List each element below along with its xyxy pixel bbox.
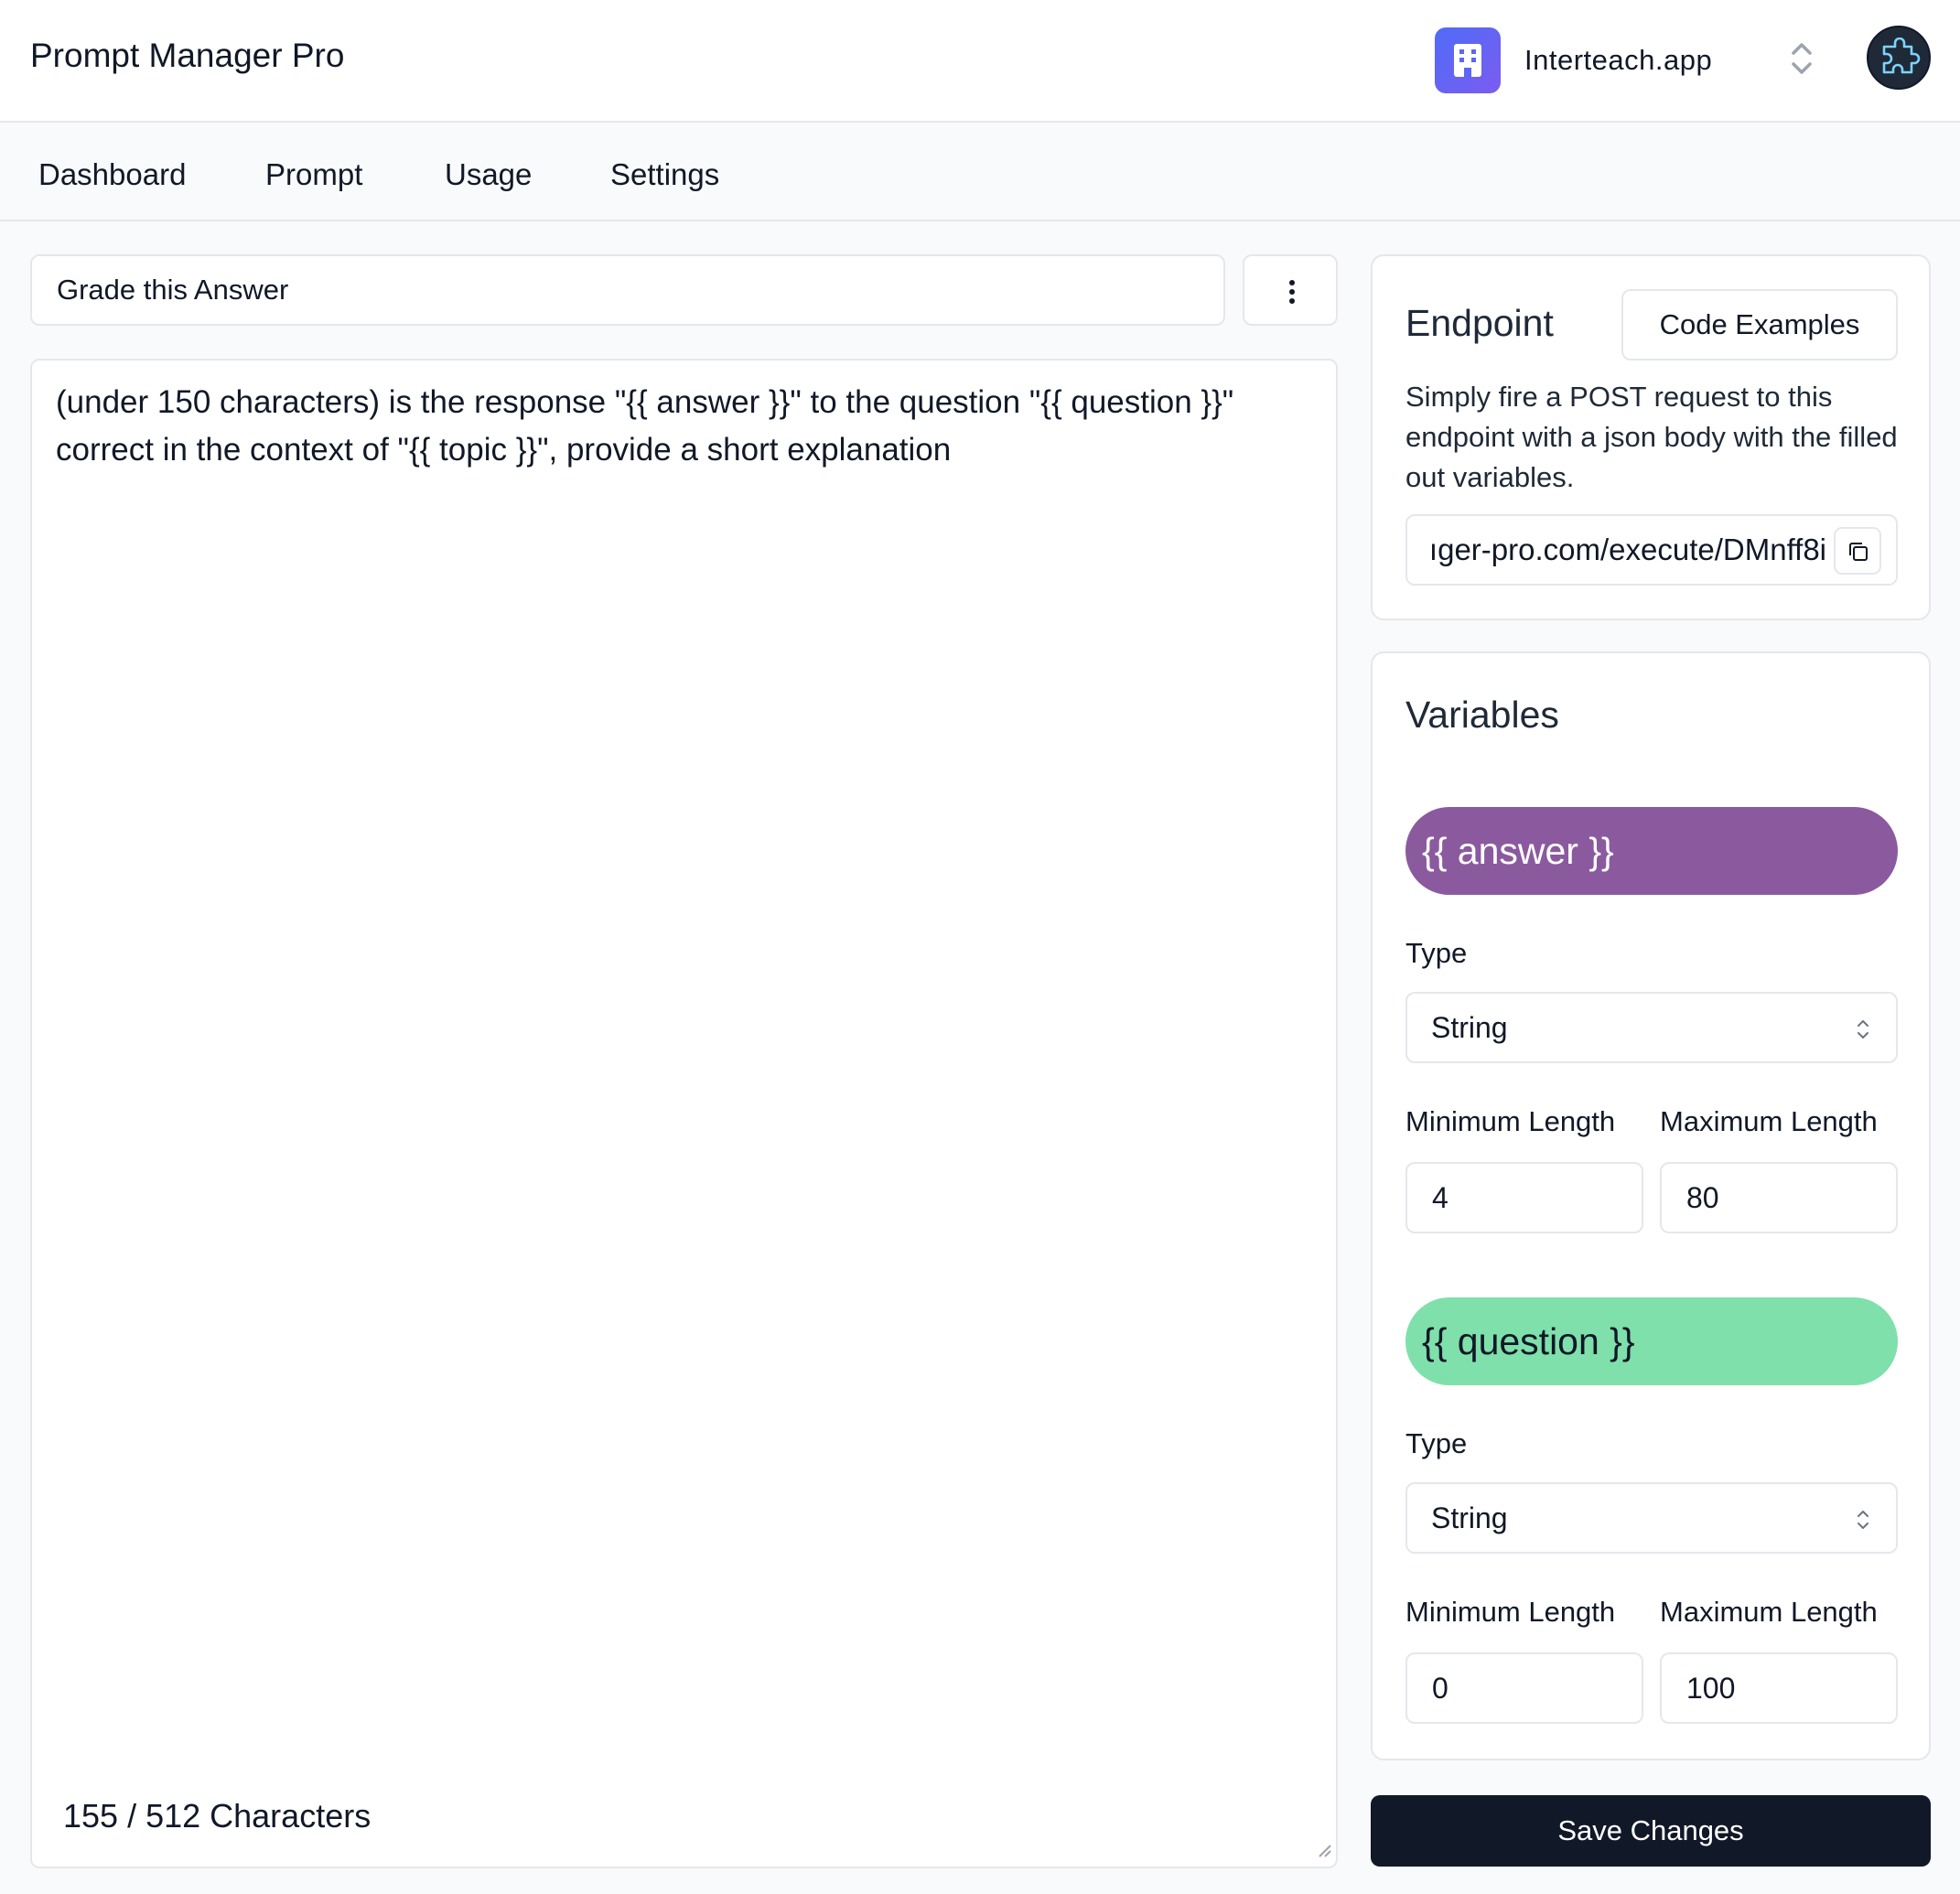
tab-settings[interactable]: Settings bbox=[610, 157, 719, 192]
type-label: Type bbox=[1405, 1427, 1468, 1459]
tab-prompt[interactable]: Prompt bbox=[265, 157, 362, 192]
variables-card: Variables {{ answer }} Type String Minim… bbox=[1371, 651, 1931, 1760]
min-length-label: Minimum Length bbox=[1405, 1105, 1616, 1137]
max-length-input-question[interactable] bbox=[1660, 1652, 1898, 1724]
character-count: 155 / 512 Characters bbox=[63, 1797, 372, 1835]
endpoint-title: Endpoint bbox=[1405, 302, 1554, 344]
type-select-answer[interactable]: String bbox=[1405, 992, 1898, 1063]
puzzle-icon bbox=[1882, 38, 1921, 74]
save-changes-button[interactable]: Save Changes bbox=[1371, 1795, 1931, 1867]
more-options-button[interactable] bbox=[1243, 254, 1338, 326]
variable-pill-answer: {{ answer }} bbox=[1405, 807, 1898, 895]
vertical-dots-icon bbox=[1289, 280, 1295, 304]
endpoint-url[interactable]: ıger-pro.com/execute/DMnff8i bbox=[1429, 533, 1826, 567]
max-length-input-answer[interactable] bbox=[1660, 1162, 1898, 1233]
chevron-up-down-icon[interactable] bbox=[1790, 38, 1814, 83]
top-bar: Prompt Manager Pro Interteach.app bbox=[0, 0, 1960, 123]
tab-dashboard[interactable]: Dashboard bbox=[38, 157, 186, 192]
code-examples-button[interactable]: Code Examples bbox=[1621, 289, 1898, 361]
endpoint-url-field[interactable]: ıger-pro.com/execute/DMnff8i bbox=[1405, 514, 1898, 586]
avatar[interactable] bbox=[1867, 26, 1931, 90]
prompt-name-input[interactable] bbox=[30, 254, 1225, 326]
type-label: Type bbox=[1405, 937, 1468, 969]
prompt-editor[interactable]: (under 150 characters) is the response "… bbox=[30, 359, 1338, 1868]
chevron-up-down-icon bbox=[1858, 1020, 1868, 1038]
prompt-text[interactable]: (under 150 characters) is the response "… bbox=[56, 379, 1319, 474]
endpoint-description: Simply fire a POST request to this endpo… bbox=[1405, 381, 1898, 493]
max-length-label: Maximum Length bbox=[1660, 1596, 1878, 1628]
type-select-value: String bbox=[1431, 1501, 1508, 1534]
type-select-question[interactable]: String bbox=[1405, 1482, 1898, 1554]
type-select-value: String bbox=[1431, 1011, 1508, 1044]
min-length-input-answer[interactable] bbox=[1405, 1162, 1643, 1233]
endpoint-card: Endpoint Code Examples Simply fire a POS… bbox=[1371, 254, 1931, 620]
copy-url-button[interactable] bbox=[1834, 527, 1881, 575]
chevron-up-down-icon bbox=[1858, 1511, 1868, 1529]
org-name: Interteach.app bbox=[1524, 44, 1713, 76]
variables-title: Variables bbox=[1405, 694, 1559, 736]
main-tabs: Dashboard Prompt Usage Settings bbox=[0, 124, 1960, 221]
org-switcher[interactable]: Interteach.app bbox=[1435, 26, 1847, 93]
building-icon bbox=[1435, 27, 1501, 93]
tab-usage[interactable]: Usage bbox=[445, 157, 532, 192]
max-length-label: Maximum Length bbox=[1660, 1105, 1878, 1137]
app-title: Prompt Manager Pro bbox=[30, 37, 345, 74]
copy-icon bbox=[1849, 543, 1868, 561]
min-length-input-question[interactable] bbox=[1405, 1652, 1643, 1724]
min-length-label: Minimum Length bbox=[1405, 1596, 1616, 1628]
variable-pill-question: {{ question }} bbox=[1405, 1297, 1898, 1385]
resize-handle-icon[interactable] bbox=[1316, 1842, 1332, 1863]
